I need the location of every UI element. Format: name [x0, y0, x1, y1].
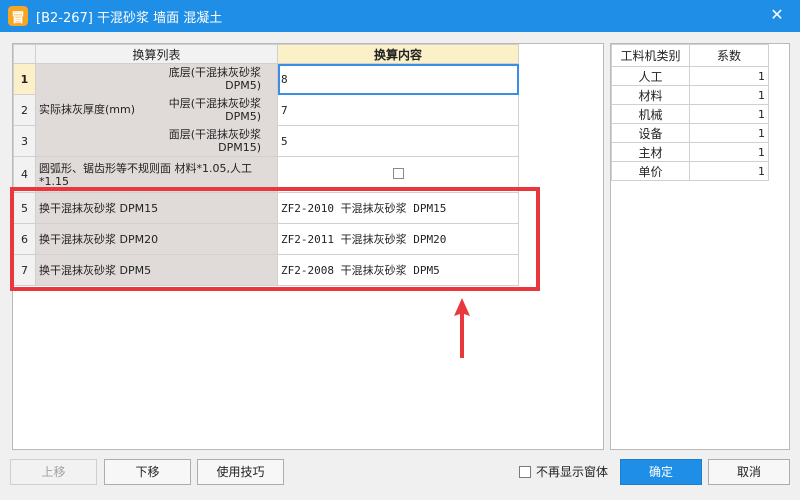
conversion-table: 换算列表 换算内容 1 实际抹灰厚度(mm) 底层(干混抹灰砂浆 DPM5) 中…	[13, 44, 519, 286]
row-number[interactable]: 4	[13, 156, 36, 193]
factor-cell[interactable]: 1	[689, 104, 769, 124]
move-up-button[interactable]: 上移	[10, 459, 97, 485]
resource-type-cell: 主材	[611, 142, 690, 162]
replace-value-dpm20[interactable]: ZF2-2011 干混抹灰砂浆 DPM20	[277, 223, 519, 255]
app-logo-icon: 冒	[8, 6, 28, 26]
no-show-again-option[interactable]: 不再显示窗体	[519, 463, 608, 480]
row-number[interactable]: 6	[13, 223, 36, 255]
layer-label-surface: 面层(干混抹灰砂浆 DPM15)	[157, 128, 277, 154]
coefficient-table: 工料机类别 系数 人工 1 材料 1 机械 1 设备 1 主材 1 单价 1	[611, 44, 769, 181]
conversion-table-panel: 换算列表 换算内容 1 实际抹灰厚度(mm) 底层(干混抹灰砂浆 DPM5) 中…	[12, 43, 604, 450]
thickness-group-label: 实际抹灰厚度(mm)	[39, 103, 136, 116]
coefficient-panel: 工料机类别 系数 人工 1 材料 1 机械 1 设备 1 主材 1 单价 1	[610, 43, 790, 450]
no-show-again-checkbox[interactable]	[519, 465, 531, 478]
irregular-surface-cell[interactable]	[277, 156, 519, 193]
resource-type-cell: 机械	[611, 104, 690, 124]
factor-cell[interactable]: 1	[689, 161, 769, 181]
header-conversion-content: 换算内容	[277, 44, 519, 64]
irregular-surface-label: 圆弧形、锯齿形等不规则面 材料*1.05,人工*1.15	[35, 156, 278, 193]
factor-cell[interactable]: 1	[689, 66, 769, 86]
factor-cell[interactable]: 1	[689, 142, 769, 162]
usage-tips-button[interactable]: 使用技巧	[197, 459, 284, 485]
window-title: [B2-267] 干混砂浆 墙面 混凝土	[36, 10, 223, 26]
row-number[interactable]: 1	[13, 63, 36, 95]
header-resource-type: 工料机类别	[611, 44, 690, 67]
replace-label-dpm20: 换干混抹灰砂浆 DPM20	[35, 223, 278, 255]
value-cell-middle-layer[interactable]: 7	[277, 94, 519, 126]
replace-label-dpm15: 换干混抹灰砂浆 DPM15	[35, 192, 278, 224]
move-down-button[interactable]: 下移	[104, 459, 191, 485]
resource-type-cell: 设备	[611, 123, 690, 143]
header-factor: 系数	[689, 44, 769, 67]
resource-type-cell: 材料	[611, 85, 690, 105]
ok-button[interactable]: 确定	[620, 459, 702, 485]
close-icon[interactable]: ✕	[768, 6, 786, 24]
value-cell-bottom-layer[interactable]: 8	[277, 63, 519, 95]
resource-type-cell: 人工	[611, 66, 690, 86]
header-conversion-list: 换算列表	[35, 44, 278, 64]
row-number[interactable]: 3	[13, 125, 36, 157]
layer-label-bottom: 底层(干混抹灰砂浆 DPM5)	[157, 66, 277, 92]
row-number[interactable]: 2	[13, 94, 36, 126]
irregular-surface-checkbox[interactable]	[392, 167, 404, 179]
header-corner	[13, 44, 36, 64]
replace-value-dpm15[interactable]: ZF2-2010 干混抹灰砂浆 DPM15	[277, 192, 519, 224]
layer-label-middle: 中层(干混抹灰砂浆 DPM5)	[157, 97, 277, 123]
resource-type-cell: 单价	[611, 161, 690, 181]
title-bar: 冒 [B2-267] 干混砂浆 墙面 混凝土 ✕	[0, 0, 800, 32]
row-number[interactable]: 7	[13, 254, 36, 286]
thickness-group-cell: 实际抹灰厚度(mm) 底层(干混抹灰砂浆 DPM5) 中层(干混抹灰砂浆 DPM…	[35, 63, 278, 157]
no-show-again-label: 不再显示窗体	[536, 465, 609, 479]
replace-value-dpm5[interactable]: ZF2-2008 干混抹灰砂浆 DPM5	[277, 254, 519, 286]
value-cell-surface-layer[interactable]: 5	[277, 125, 519, 157]
replace-label-dpm5: 换干混抹灰砂浆 DPM5	[35, 254, 278, 286]
factor-cell[interactable]: 1	[689, 123, 769, 143]
row-number[interactable]: 5	[13, 192, 36, 224]
cancel-button[interactable]: 取消	[708, 459, 790, 485]
factor-cell[interactable]: 1	[689, 85, 769, 105]
